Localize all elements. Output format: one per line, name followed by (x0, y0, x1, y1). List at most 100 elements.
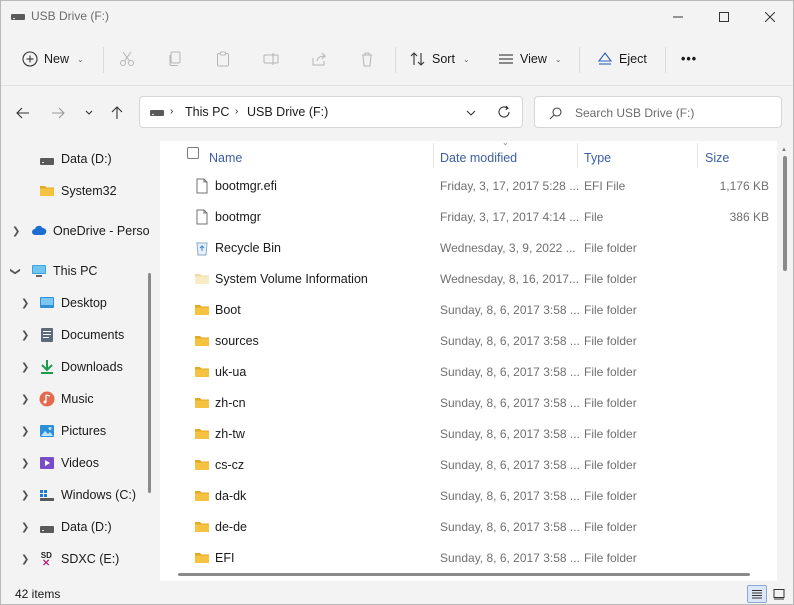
cut-button[interactable] (119, 45, 135, 73)
more-options-button[interactable]: ••• (681, 45, 697, 73)
file-date: Sunday, 8, 6, 2017 3:58 ... (440, 396, 580, 410)
copy-button[interactable] (167, 45, 183, 73)
cloud-icon (32, 225, 47, 235)
recycle-bin-icon (196, 242, 208, 256)
select-all-checkbox[interactable] (187, 147, 199, 159)
eject-button[interactable]: Eject (597, 45, 647, 73)
nav-item-this-pc[interactable]: ❯ This PC (1, 257, 151, 285)
delete-button[interactable] (359, 45, 375, 73)
forward-button[interactable] (46, 101, 70, 125)
chevron-right-icon[interactable]: ❯ (21, 426, 29, 437)
file-name: Boot (215, 303, 241, 317)
horizontal-scrollbar[interactable] (178, 573, 750, 576)
divider (103, 47, 104, 73)
file-row[interactable]: de-de Sunday, 8, 6, 2017 3:58 ... File f… (160, 511, 777, 542)
share-button[interactable] (311, 45, 327, 73)
file-date: Sunday, 8, 6, 2017 3:58 ... (440, 458, 580, 472)
chevron-right-icon[interactable]: ❯ (21, 490, 29, 501)
file-date: Sunday, 8, 6, 2017 3:58 ... (440, 334, 580, 348)
svg-text:SD: SD (41, 551, 52, 560)
nav-item-sdxc-e[interactable]: ❯ SD SDXC (E:) (1, 545, 151, 573)
chevron-right-icon: › (235, 106, 239, 117)
file-row[interactable]: EFI Sunday, 8, 6, 2017 3:58 ... File fol… (160, 542, 777, 573)
file-row[interactable]: Boot Sunday, 8, 6, 2017 3:58 ... File fo… (160, 294, 777, 325)
new-button[interactable]: New ⌄ (22, 45, 84, 73)
nav-label: OneDrive - Perso (53, 224, 150, 238)
search-placeholder: Search USB Drive (F:) (575, 106, 695, 120)
details-view-button[interactable] (747, 585, 767, 603)
videos-icon (40, 457, 54, 469)
column-header-type[interactable]: Type (584, 145, 611, 171)
nav-item-videos[interactable]: ❯ Videos (1, 449, 151, 477)
nav-item-windows-c[interactable]: ❯ Windows (C:) (1, 481, 151, 509)
plus-circle-icon (22, 51, 38, 67)
vertical-scrollbar[interactable] (783, 156, 787, 271)
nav-item-documents[interactable]: ❯ Documents (1, 321, 151, 349)
file-name: EFI (215, 551, 235, 565)
file-row[interactable]: System Volume Information Wednesday, 8, … (160, 263, 777, 294)
chevron-down-icon: ⌄ (77, 54, 84, 64)
file-row[interactable]: Recycle Bin Wednesday, 3, 9, 2022 ... Fi… (160, 232, 777, 263)
file-row[interactable]: cs-cz Sunday, 8, 6, 2017 3:58 ... File f… (160, 449, 777, 480)
column-divider[interactable] (433, 143, 434, 167)
recent-locations-button[interactable] (77, 101, 101, 125)
refresh-icon[interactable] (497, 105, 511, 119)
chevron-right-icon[interactable]: ❯ (21, 394, 29, 405)
file-row[interactable]: sources Sunday, 8, 6, 2017 3:58 ... File… (160, 325, 777, 356)
nav-item-pictures[interactable]: ❯ Pictures (1, 417, 151, 445)
nav-item-desktop[interactable]: ❯ Desktop (1, 289, 151, 317)
scroll-up-arrow-icon[interactable]: ▲ (781, 147, 787, 153)
chevron-right-icon[interactable]: ❯ (21, 330, 29, 341)
column-header-date-modified[interactable]: Date modified (440, 145, 517, 171)
minimize-button[interactable] (655, 1, 701, 33)
back-button[interactable] (11, 101, 35, 125)
nav-item-music[interactable]: ❯ Music (1, 385, 151, 413)
nav-item-data-d[interactable]: Data (D:) (1, 145, 151, 173)
chevron-down-icon[interactable]: ❯ (10, 267, 21, 275)
close-button[interactable] (747, 1, 793, 33)
file-row[interactable]: zh-cn Sunday, 8, 6, 2017 3:58 ... File f… (160, 387, 777, 418)
column-header-name[interactable]: Name (209, 145, 242, 171)
column-header-size[interactable]: Size (705, 145, 729, 171)
view-button[interactable]: View ⌄ (498, 45, 562, 73)
nav-scrollbar[interactable] (148, 273, 151, 493)
nav-item-onedrive[interactable]: ❯ OneDrive - Perso (1, 217, 151, 245)
large-icons-view-button[interactable] (769, 585, 789, 603)
chevron-right-icon[interactable]: ❯ (21, 522, 29, 533)
chevron-right-icon[interactable]: ❯ (12, 226, 20, 237)
breadcrumb-this-pc[interactable]: This PC (185, 105, 229, 119)
nav-item-downloads[interactable]: ❯ Downloads (1, 353, 151, 381)
chevron-right-icon[interactable]: ❯ (21, 458, 29, 469)
nav-label: Data (D:) (61, 152, 112, 166)
search-icon (549, 107, 562, 120)
chevron-right-icon[interactable]: ❯ (21, 362, 29, 373)
folder-icon (195, 336, 209, 346)
sort-button[interactable]: Sort ⌄ (410, 45, 470, 73)
paste-button[interactable] (215, 45, 231, 73)
chevron-down-icon[interactable] (466, 108, 476, 118)
file-size: 1,176 KB (719, 179, 769, 193)
file-name: bootmgr.efi (215, 179, 277, 193)
folder-icon (195, 367, 209, 377)
file-row[interactable]: bootmgr.efi Friday, 3, 17, 2017 5:28 ...… (160, 170, 777, 201)
file-row[interactable]: da-dk Sunday, 8, 6, 2017 3:58 ... File f… (160, 480, 777, 511)
search-box[interactable]: Search USB Drive (F:) (534, 96, 782, 128)
address-bar[interactable]: › This PC › USB Drive (F:) (139, 96, 523, 128)
rename-button[interactable] (263, 45, 279, 73)
maximize-button[interactable] (701, 1, 747, 33)
nav-item-data-d-2[interactable]: ❯ Data (D:) (1, 513, 151, 541)
file-row[interactable]: uk-ua Sunday, 8, 6, 2017 3:58 ... File f… (160, 356, 777, 387)
up-button[interactable] (105, 101, 129, 125)
pictures-icon (40, 425, 54, 437)
nav-item-system32[interactable]: System32 (1, 177, 151, 205)
file-row[interactable]: bootmgr Friday, 3, 17, 2017 4:14 ... Fil… (160, 201, 777, 232)
file-name: cs-cz (215, 458, 245, 472)
file-row[interactable]: zh-tw Sunday, 8, 6, 2017 3:58 ... File f… (160, 418, 777, 449)
breadcrumb-usb-drive[interactable]: USB Drive (F:) (247, 105, 328, 119)
folder-icon (40, 186, 54, 196)
chevron-right-icon[interactable]: ❯ (21, 298, 29, 309)
column-divider[interactable] (697, 143, 698, 167)
arrow-up-icon (111, 106, 123, 119)
column-divider[interactable] (577, 143, 578, 167)
chevron-right-icon[interactable]: ❯ (21, 554, 29, 565)
